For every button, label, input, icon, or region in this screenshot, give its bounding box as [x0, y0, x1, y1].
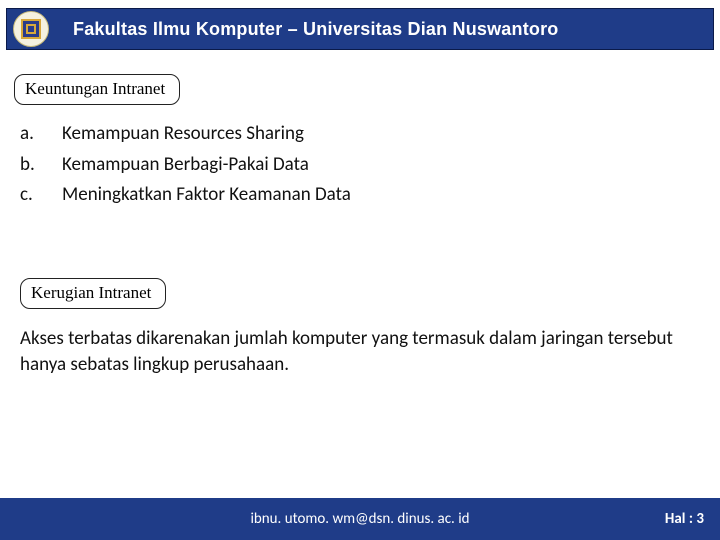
footer-page-number: Hal : 3: [665, 510, 704, 528]
list-marker: b.: [20, 151, 62, 180]
logo-icon: [21, 19, 41, 39]
list-item: b. Kemampuan Berbagi-Pakai Data: [20, 151, 700, 180]
header-title: Fakultas Ilmu Komputer – Universitas Dia…: [73, 19, 559, 40]
university-logo: [13, 11, 49, 47]
list-item: c. Meningkatkan Faktor Keamanan Data: [20, 181, 700, 210]
list-text: Kemampuan Resources Sharing: [62, 120, 304, 149]
footer-bar: ibnu. utomo. wm@dsn. dinus. ac. id Hal :…: [0, 498, 720, 540]
disadvantages-paragraph: Akses terbatas dikarenakan jumlah komput…: [20, 326, 698, 377]
section-label-advantages: Keuntungan Intranet: [14, 74, 180, 105]
list-text: Kemampuan Berbagi-Pakai Data: [62, 151, 309, 180]
list-marker: a.: [20, 120, 62, 149]
footer-email: ibnu. utomo. wm@dsn. dinus. ac. id: [250, 510, 469, 528]
section-label-disadvantages: Kerugian Intranet: [20, 278, 166, 309]
header-bar: Fakultas Ilmu Komputer – Universitas Dia…: [6, 8, 714, 50]
list-item: a. Kemampuan Resources Sharing: [20, 120, 700, 149]
list-marker: c.: [20, 181, 62, 210]
advantages-list: a. Kemampuan Resources Sharing b. Kemamp…: [20, 120, 700, 212]
list-text: Meningkatkan Faktor Keamanan Data: [62, 181, 351, 210]
